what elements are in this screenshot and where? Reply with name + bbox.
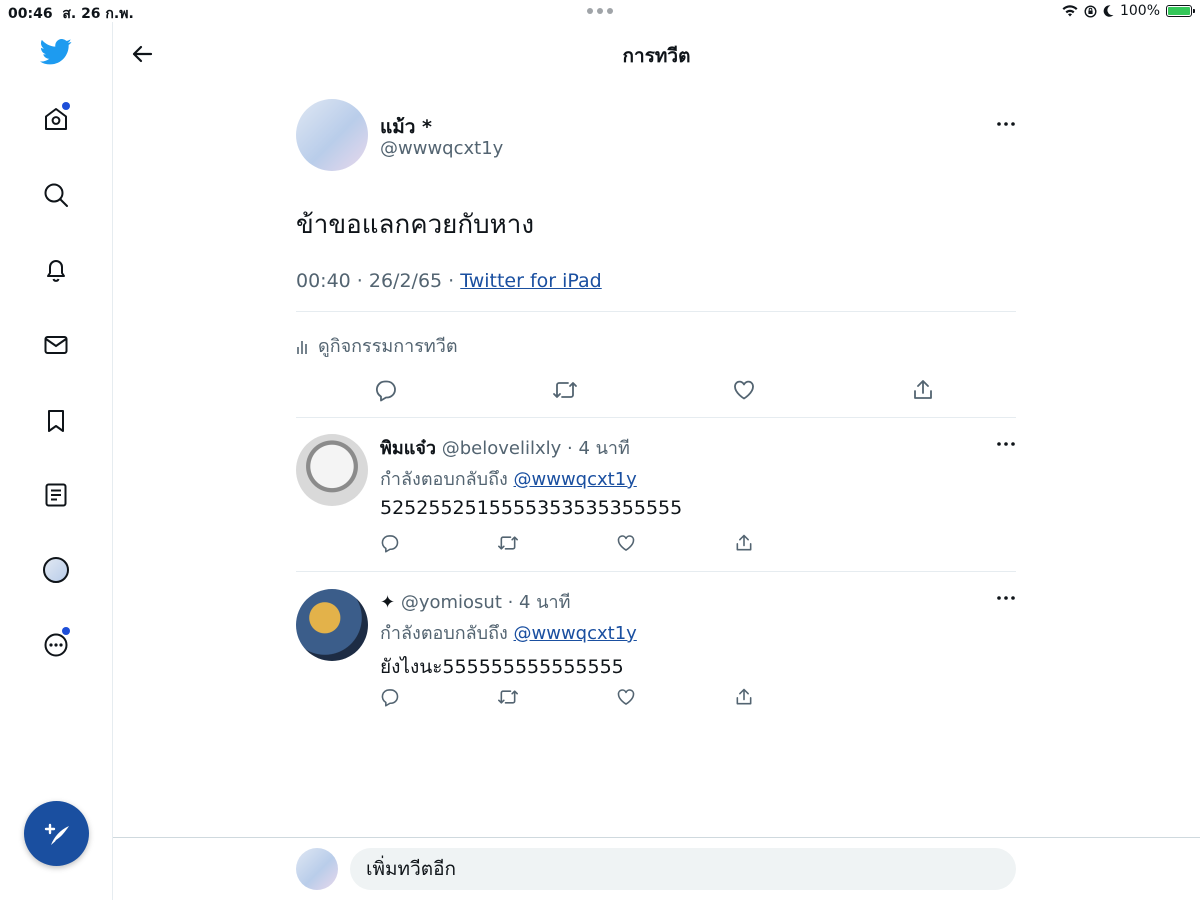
bookmark-icon [48,410,64,432]
composer-divider [113,837,1200,838]
mention-link[interactable]: @wwwqcxt1y [514,469,637,490]
retweet-icon [498,690,518,704]
reply-icon [381,535,399,553]
divider [296,417,1016,418]
tweet-source-link[interactable]: Twitter for iPad [460,270,601,292]
reply-button[interactable] [375,682,405,712]
divider [296,571,1016,572]
sidebar-item-notifications[interactable] [36,250,76,290]
reply-button[interactable] [369,373,403,407]
sidebar-item-lists[interactable] [36,475,76,515]
reply-handle-time: @belovelilxly · 4 นาที [441,438,630,459]
page-title: การทวีต [622,45,691,67]
like-button[interactable] [727,373,761,407]
notification-dot [62,102,70,110]
reply-author-name: พิมแจ๋ว [380,438,436,459]
heart-icon [617,689,635,705]
sidebar-item-bookmarks[interactable] [36,401,76,441]
like-button[interactable] [611,682,641,712]
share-icon [736,534,752,551]
status-indicators: 100% [1062,3,1195,19]
ellipsis-icon [997,442,1015,446]
bell-icon [47,260,65,282]
share-icon [736,688,752,705]
sidebar-item-more[interactable] [36,625,76,665]
lock-rotation-icon [1084,4,1097,18]
retweet-icon [553,382,577,398]
reply-text: 5252552515555353535355555 [380,497,683,519]
retweet-button[interactable] [493,528,523,558]
replying-to-label: กำลังตอบกลับถึง [380,469,514,490]
share-button[interactable] [906,373,940,407]
search-icon [44,183,68,207]
status-time: 00:46 ส. 26 ก.พ. [8,6,134,22]
reply-text: ยังไงนะ555555555555555 [380,656,624,678]
twitter-logo-icon[interactable] [36,32,76,72]
tweet-activity-link[interactable]: ดูกิจกรรมการทวีต [296,331,458,360]
reply-author[interactable]: พิมแจ๋ว @belovelilxly · 4 นาที [380,433,630,462]
share-button[interactable] [729,682,759,712]
sidebar-divider [112,22,113,900]
share-button[interactable] [729,528,759,558]
reply-more-button[interactable] [991,434,1021,454]
mail-icon [44,336,68,354]
profile-icon [43,557,69,583]
author-handle[interactable]: @wwwqcxt1y [380,138,503,159]
sidebar-item-home[interactable] [36,99,76,139]
compose-tweet-button[interactable] [24,801,89,866]
mention-link[interactable]: @wwwqcxt1y [514,623,637,644]
reply-author[interactable]: ✦ @yomiosut · 4 นาที [380,587,571,616]
reply-more-button[interactable] [991,588,1021,608]
replying-to-label: กำลังตอบกลับถึง [380,623,514,644]
retweet-icon [498,536,518,550]
replying-to: กำลังตอบกลับถึง @wwwqcxt1y [380,464,637,493]
reply-avatar[interactable] [296,434,368,506]
battery-percent: 100% [1119,3,1160,19]
reply-handle-time: @yomiosut · 4 นาที [400,592,571,613]
author-avatar[interactable] [296,99,368,171]
divider [296,311,1016,312]
sidebar-item-profile[interactable] [36,550,76,590]
compose-tweet-icon [44,823,69,845]
heart-icon [734,380,754,400]
tweet-more-button[interactable] [991,114,1021,134]
more-icon [44,633,68,657]
like-button[interactable] [611,528,641,558]
wifi-icon [1062,5,1078,17]
reply-input[interactable] [350,848,1016,890]
tweet-activity-label: ดูกิจกรรมการทวีต [318,336,458,357]
moon-icon [1103,5,1114,17]
heart-icon [617,535,635,551]
lists-icon [45,483,67,507]
ellipsis-icon [997,122,1015,126]
ellipsis-icon [997,596,1015,600]
retweet-button[interactable] [493,682,523,712]
tweet-text: ข้าขอแลกควยกับหาง [296,210,535,240]
reply-avatar[interactable] [296,589,368,661]
tweet-timestamp: 00:40 · 26/2/65 · [296,270,461,292]
reply-author-name: ✦ [380,592,396,613]
multitask-handle[interactable] [587,8,613,14]
sidebar-item-messages[interactable] [36,325,76,365]
sidebar-item-search[interactable] [36,175,76,215]
replying-to: กำลังตอบกลับถึง @wwwqcxt1y [380,618,637,647]
retweet-button[interactable] [548,373,582,407]
analytics-icon [297,340,307,354]
notification-dot [62,627,70,635]
reply-button[interactable] [375,528,405,558]
reply-icon [381,689,399,707]
reply-icon [375,380,396,402]
tweet-meta: 00:40 · 26/2/65 · Twitter for iPad [296,270,602,292]
battery-icon [1166,5,1195,17]
share-icon [914,380,932,399]
my-avatar[interactable] [296,848,338,890]
